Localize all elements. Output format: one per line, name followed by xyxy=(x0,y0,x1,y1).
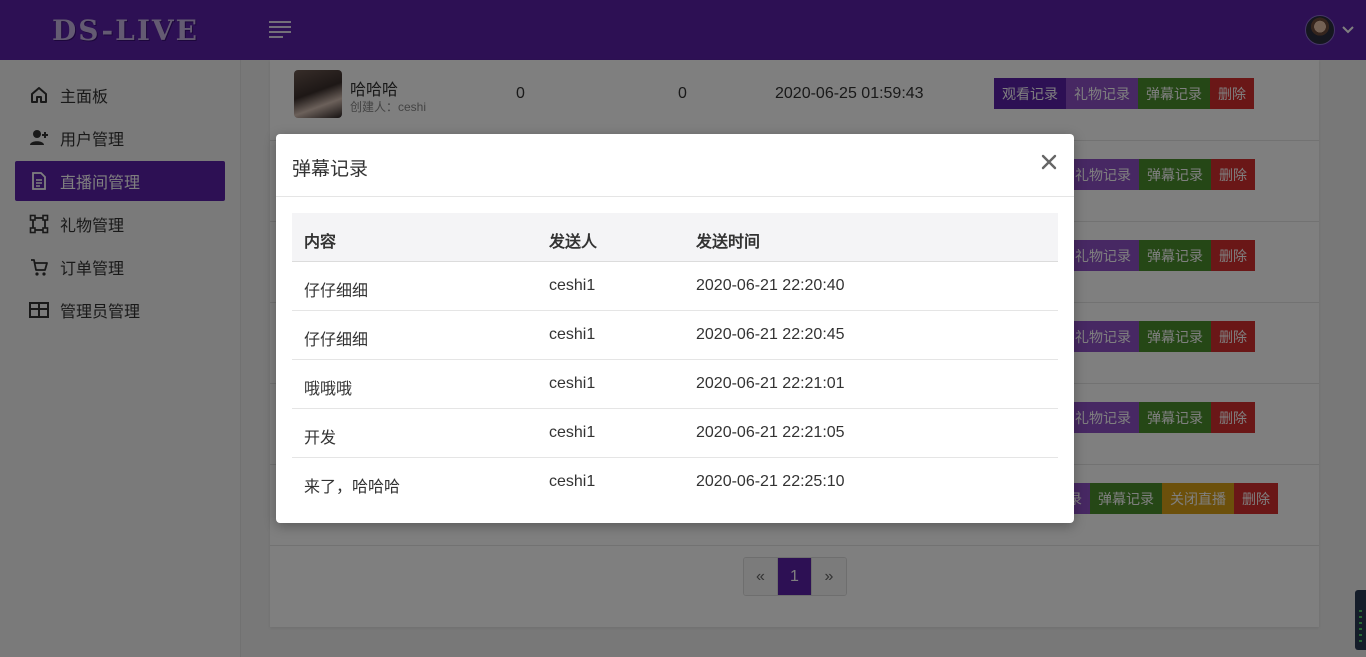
danmu-table: 内容 发送人 发送时间 仔仔细细 ceshi1 2020-06-21 22:20… xyxy=(292,213,1058,507)
cell-time: 2020-06-21 22:20:40 xyxy=(696,277,845,294)
column-header-time: 发送时间 xyxy=(696,234,761,251)
cell-sender: ceshi1 xyxy=(549,424,596,441)
cell-sender: ceshi1 xyxy=(549,473,596,490)
cell-time: 2020-06-21 22:25:10 xyxy=(696,473,845,490)
table-row: 开发 ceshi1 2020-06-21 22:21:05 xyxy=(292,409,1058,458)
column-header-sender: 发送人 xyxy=(549,234,598,251)
modal-header: 弹幕记录 xyxy=(276,134,1074,197)
cell-content: 哦哦哦 xyxy=(304,381,353,398)
danmu-record-modal: 弹幕记录 内容 发送人 发送时间 仔仔细细 ceshi1 2020-06-21 … xyxy=(276,134,1074,523)
cell-sender: ceshi1 xyxy=(549,277,596,294)
table-row: 仔仔细细 ceshi1 2020-06-21 22:20:40 xyxy=(292,262,1058,311)
cell-time: 2020-06-21 22:21:01 xyxy=(696,375,845,392)
table-row: 哦哦哦 ceshi1 2020-06-21 22:21:01 xyxy=(292,360,1058,409)
cell-content: 来了，哈哈哈 xyxy=(304,479,401,496)
table-row: 来了，哈哈哈 ceshi1 2020-06-21 22:25:10 xyxy=(292,458,1058,507)
modal-title: 弹幕记录 xyxy=(292,159,369,180)
table-header: 内容 发送人 发送时间 xyxy=(292,213,1058,262)
table-row: 仔仔细细 ceshi1 2020-06-21 22:20:45 xyxy=(292,311,1058,360)
close-icon[interactable] xyxy=(1040,153,1058,171)
cell-sender: ceshi1 xyxy=(549,326,596,343)
cell-sender: ceshi1 xyxy=(549,375,596,392)
cell-time: 2020-06-21 22:21:05 xyxy=(696,424,845,441)
cell-content: 仔仔细细 xyxy=(304,283,369,300)
cell-content: 开发 xyxy=(304,430,337,447)
column-header-content: 内容 xyxy=(304,234,337,251)
cell-time: 2020-06-21 22:20:45 xyxy=(696,326,845,343)
cell-content: 仔仔细细 xyxy=(304,332,369,349)
